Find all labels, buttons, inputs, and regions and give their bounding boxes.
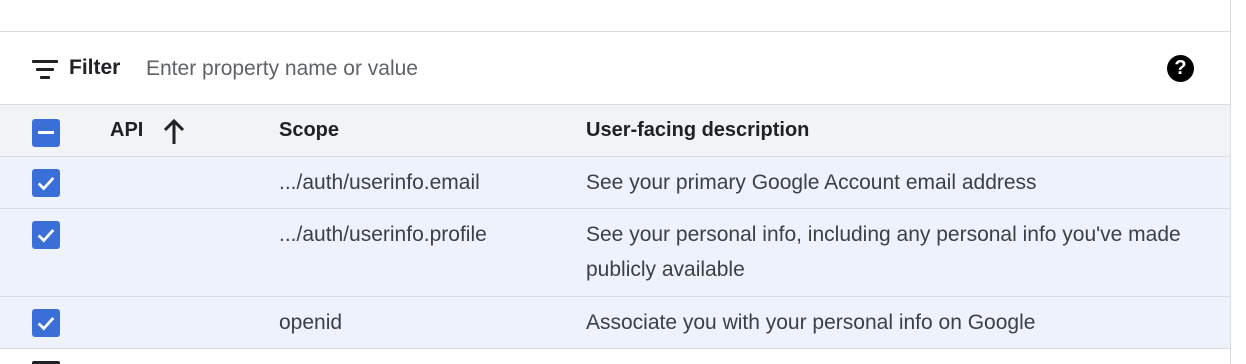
filter-input[interactable] — [146, 53, 1046, 85]
checkmark-icon — [37, 177, 55, 191]
filter-icon[interactable] — [32, 60, 58, 80]
scope-cell: .../auth/userinfo.profile — [279, 223, 487, 246]
checkmark-icon — [37, 317, 55, 331]
panel-right-border — [1230, 0, 1231, 364]
description-cell: Associate you with your personal info on… — [586, 311, 1036, 334]
oauth-scopes-page: Filter ? API Scope User-facing descripti… — [0, 0, 1246, 364]
scope-cell: openid — [279, 311, 343, 334]
scope-cell: .../auth/userinfo.email — [279, 171, 480, 194]
select-all-checkbox[interactable] — [32, 119, 60, 147]
table-row[interactable]: openid Associate you with your personal … — [0, 297, 1230, 349]
column-header-api[interactable]: API — [110, 119, 143, 142]
filter-bar: Filter ? — [0, 33, 1230, 105]
description-cell: See your primary Google Account email ad… — [586, 171, 1037, 194]
description-cell: See your personal info, including any pe… — [586, 223, 1181, 281]
row-checkbox[interactable] — [32, 309, 60, 337]
top-section-divider — [0, 0, 1230, 32]
row-checkbox[interactable] — [32, 169, 60, 197]
table-row[interactable]: .../auth/userinfo.profile See your perso… — [0, 209, 1230, 297]
column-header-description[interactable]: User-facing description — [586, 119, 809, 142]
checkmark-icon — [37, 229, 55, 243]
help-icon[interactable]: ? — [1167, 55, 1194, 82]
row-checkbox[interactable] — [32, 221, 60, 249]
table-row[interactable]: .../auth/userinfo.email See your primary… — [0, 157, 1230, 209]
column-header-scope[interactable]: Scope — [279, 119, 339, 142]
filter-label[interactable]: Filter — [69, 56, 120, 80]
arrow-up-icon[interactable] — [162, 118, 186, 146]
